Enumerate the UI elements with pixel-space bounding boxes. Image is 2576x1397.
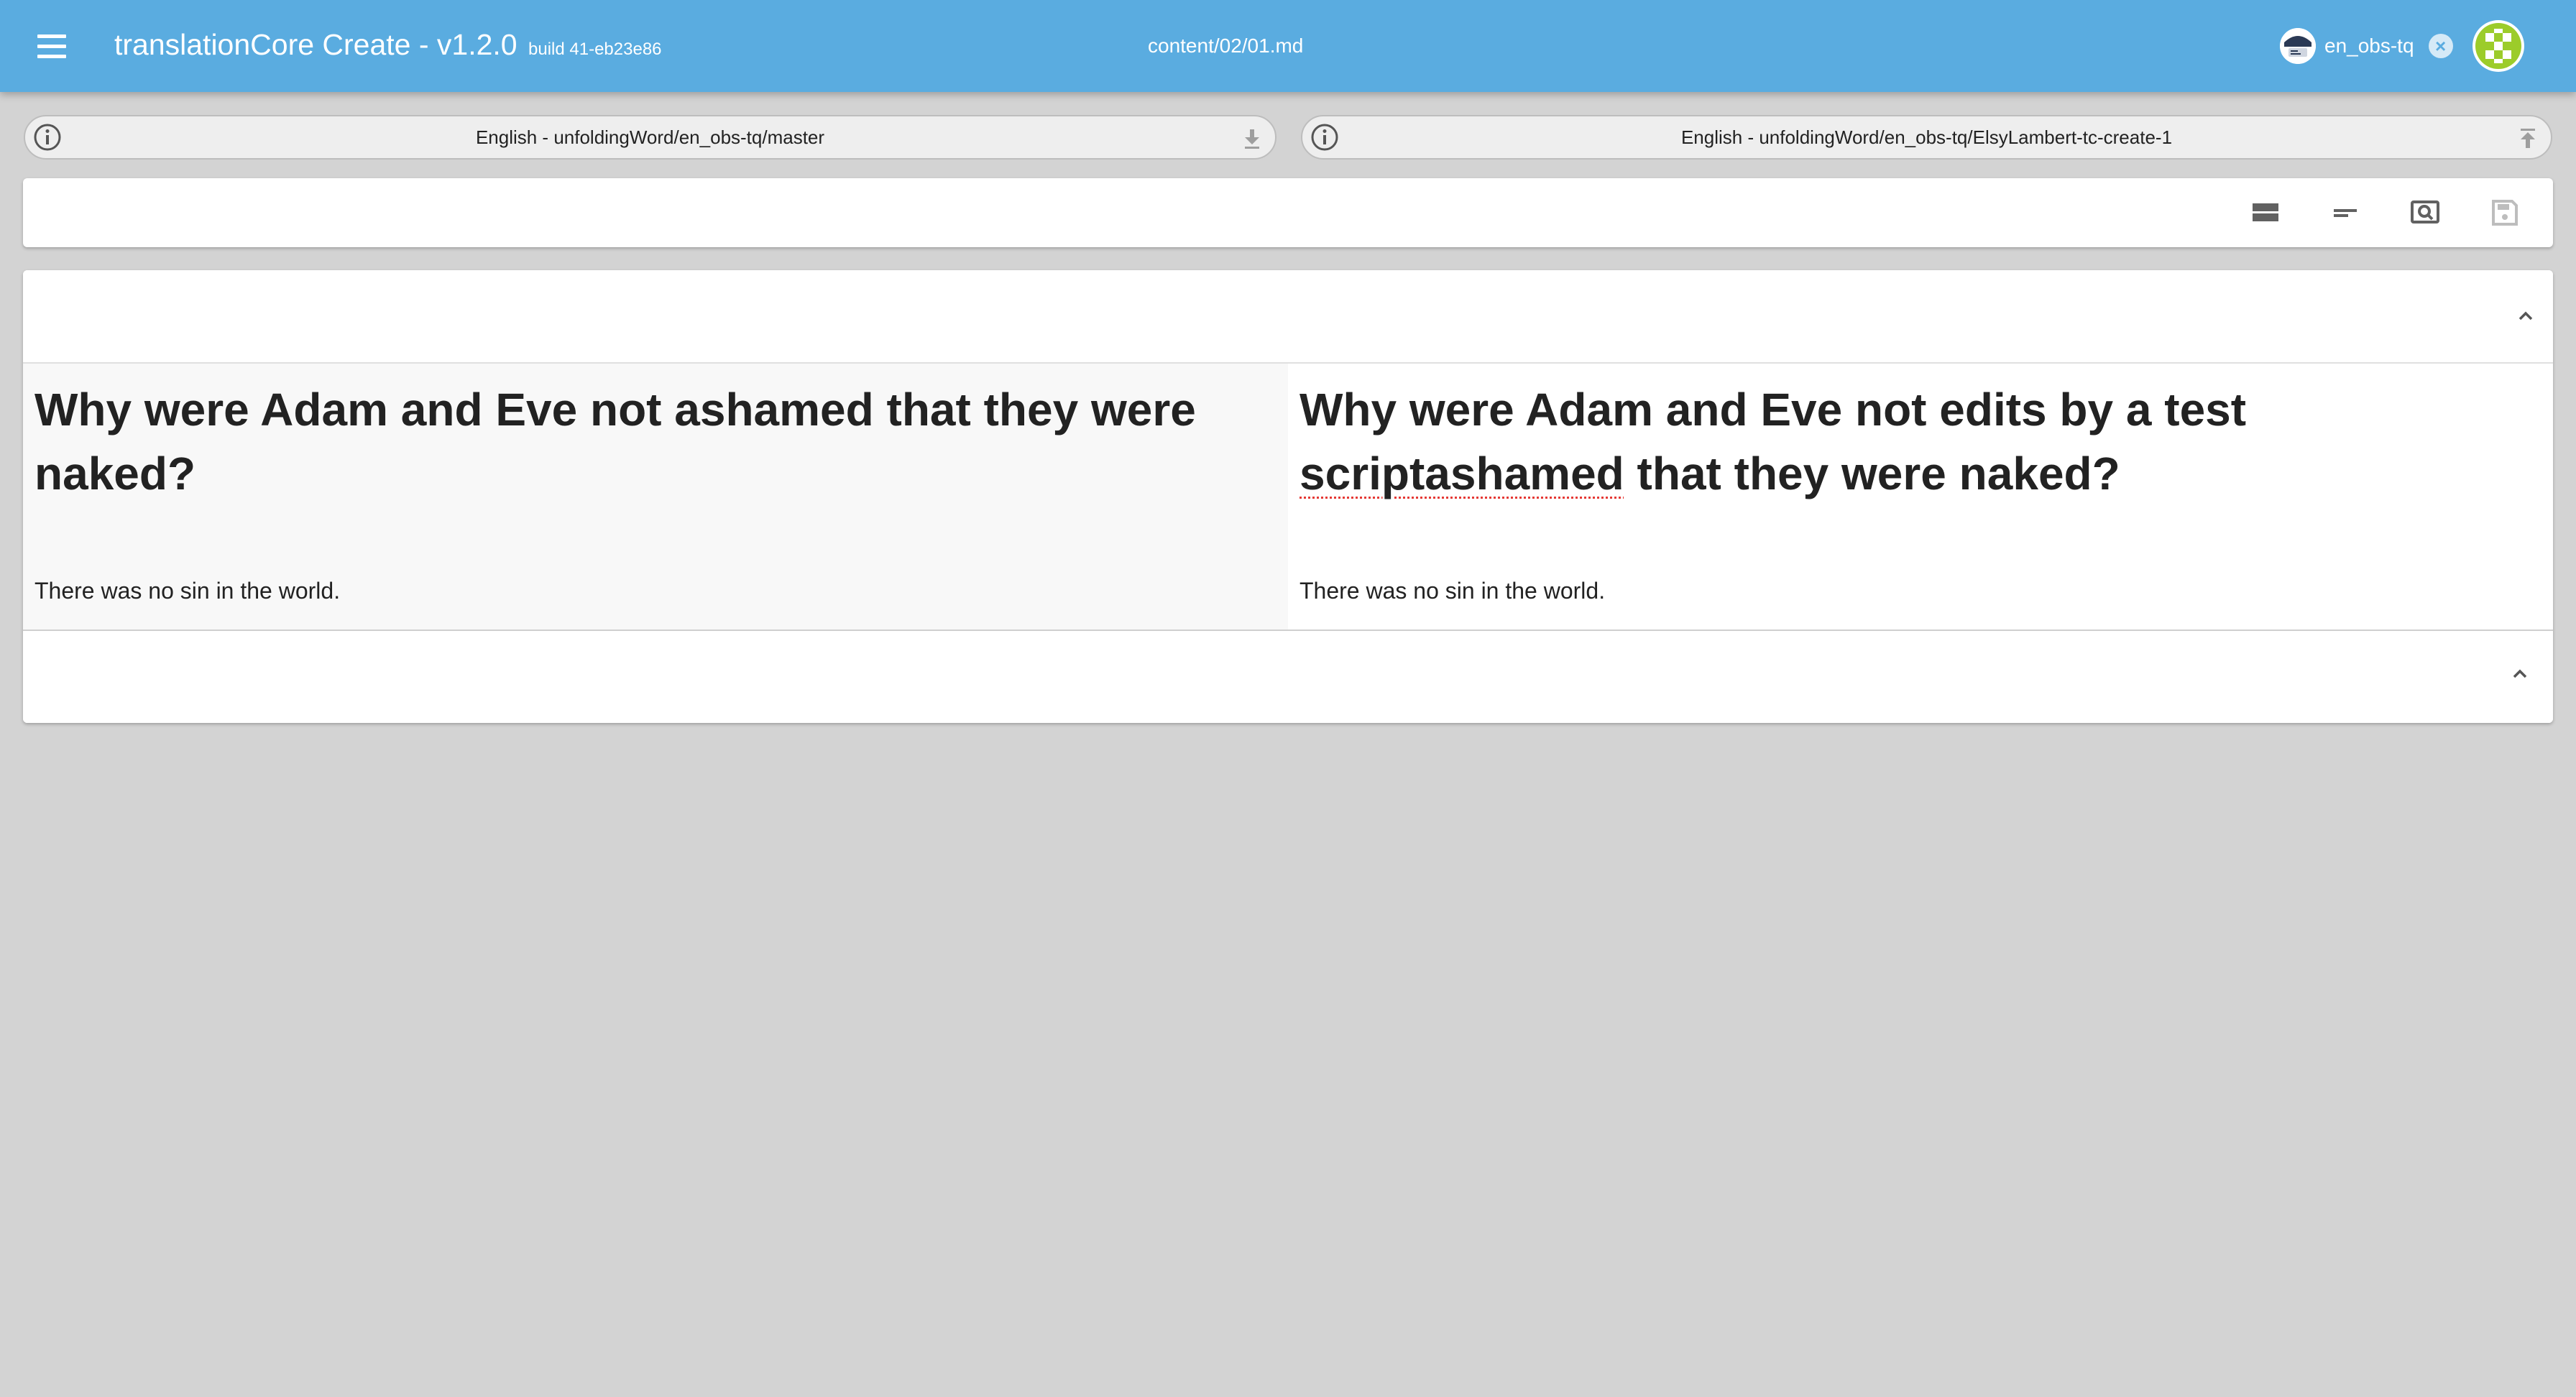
source-repo-label: English - unfoldingWord/en_obs-tq/master xyxy=(475,126,825,148)
upload-icon[interactable] xyxy=(2515,126,2541,152)
app-title-text: translationCore Create - v1.2.0 xyxy=(114,28,518,61)
target-pane[interactable]: Why were Adam and Eve not edits by a tes… xyxy=(1288,364,2553,630)
target-body[interactable]: There was no sin in the world. xyxy=(1300,576,1605,605)
close-circle-icon[interactable]: × xyxy=(2428,34,2453,58)
editor-toolbar xyxy=(23,178,2553,247)
repo-chip-label: en_obs-tq xyxy=(2324,34,2414,57)
short-text-icon[interactable] xyxy=(2328,195,2363,230)
chevron-up-icon[interactable] xyxy=(2511,302,2540,331)
misspelled-word[interactable]: scriptashamed xyxy=(1300,448,1624,499)
organization-avatar-icon xyxy=(2280,28,2316,64)
repo-chip[interactable]: en_obs-tq × xyxy=(2280,26,2453,66)
source-pane: Why were Adam and Eve not ashamed that t… xyxy=(23,364,1288,630)
target-heading[interactable]: Why were Adam and Eve not edits by a tes… xyxy=(1300,378,2507,506)
app-bar: translationCore Create - v1.2.0 build 41… xyxy=(0,0,2576,92)
target-repo-bar: English - unfoldingWord/en_obs-tq/ElsyLa… xyxy=(1301,115,2552,160)
save-icon[interactable] xyxy=(2488,195,2522,230)
file-path: content/02/01.md xyxy=(1148,34,1304,57)
app-title: translationCore Create - v1.2.0 build 41… xyxy=(114,24,662,70)
target-heading-text: Why were Adam and Eve not edits by a tes… xyxy=(1300,384,2247,435)
target-repo-label: English - unfoldingWord/en_obs-tq/ElsyLa… xyxy=(1680,126,2173,148)
source-repo-bar: English - unfoldingWord/en_obs-tq/master xyxy=(24,115,1276,160)
content-card: Why were Adam and Eve not ashamed that t… xyxy=(23,270,2553,723)
hamburger-menu-icon-line xyxy=(37,54,66,58)
identicon-icon xyxy=(2475,23,2521,69)
source-heading: Why were Adam and Eve not ashamed that t… xyxy=(34,384,1196,499)
source-body: There was no sin in the world. xyxy=(34,578,341,604)
menu-button[interactable] xyxy=(27,22,76,70)
hamburger-menu-icon xyxy=(37,34,66,38)
find-in-page-icon[interactable] xyxy=(2408,195,2442,230)
section-footer[interactable] xyxy=(23,630,2553,723)
hamburger-menu-icon-line xyxy=(37,44,66,48)
build-label: build 41-eb23e86 xyxy=(528,40,662,59)
target-heading-text-end: that they were naked? xyxy=(1624,448,2120,499)
download-icon[interactable] xyxy=(1239,126,1265,152)
view-stream-icon[interactable] xyxy=(2248,195,2283,230)
user-avatar[interactable] xyxy=(2472,20,2524,72)
chevron-up-icon[interactable] xyxy=(2506,660,2534,688)
section-header[interactable] xyxy=(23,270,2553,364)
